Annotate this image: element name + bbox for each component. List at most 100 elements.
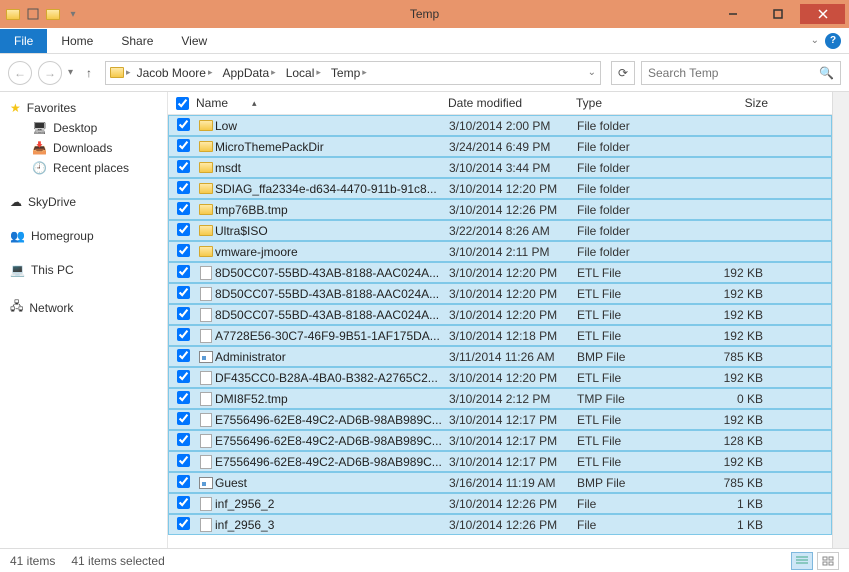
icons-view-button[interactable] [817,552,839,570]
file-list[interactable]: Low3/10/2014 2:00 PMFile folderMicroThem… [168,115,832,548]
file-date: 3/10/2014 12:20 PM [449,308,577,322]
file-row[interactable]: E7556496-62E8-49C2-AD6B-98AB989C...3/10/… [168,409,832,430]
column-header-name[interactable]: Name▴ [196,96,448,110]
file-row[interactable]: Guest3/16/2014 11:19 AMBMP File785 KB [168,472,832,493]
file-tab[interactable]: File [0,29,47,53]
share-tab[interactable]: Share [107,29,167,53]
folder-icon [199,141,213,152]
pc-icon: 💻 [10,263,25,277]
refresh-button[interactable]: ⟳ [611,61,635,85]
sidebar-item-desktop[interactable]: 🖥Desktop [0,118,167,138]
minimize-button[interactable] [710,4,755,24]
row-checkbox[interactable] [177,454,197,470]
row-checkbox[interactable] [177,118,197,134]
chevron-right-icon[interactable]: ▸ [316,67,321,78]
row-checkbox[interactable] [177,160,197,176]
file-row[interactable]: A7728E56-30C7-46F9-9B51-1AF175DA...3/10/… [168,325,832,346]
row-checkbox[interactable] [177,328,197,344]
file-date: 3/10/2014 12:26 PM [449,497,577,511]
file-row[interactable]: 8D50CC07-55BD-43AB-8188-AAC024A...3/10/2… [168,283,832,304]
address-dropdown-icon[interactable]: ⌄ [588,67,596,78]
file-row[interactable]: Administrator3/11/2014 11:26 AMBMP File7… [168,346,832,367]
scrollbar[interactable] [832,92,849,548]
close-button[interactable] [800,4,845,24]
column-header-size[interactable]: Size [688,96,768,110]
sidebar-homegroup[interactable]: 👥Homegroup [0,226,167,246]
file-row[interactable]: inf_2956_33/10/2014 12:26 PMFile1 KB [168,514,832,535]
file-row[interactable]: SDIAG_ffa2334e-d634-4470-911b-91c8...3/1… [168,178,832,199]
row-checkbox[interactable] [177,412,197,428]
history-dropdown-icon[interactable]: ▾ [68,67,73,78]
file-row[interactable]: 8D50CC07-55BD-43AB-8188-AAC024A...3/10/2… [168,304,832,325]
file-row[interactable]: E7556496-62E8-49C2-AD6B-98AB989C...3/10/… [168,430,832,451]
file-row[interactable]: 8D50CC07-55BD-43AB-8188-AAC024A...3/10/2… [168,262,832,283]
row-checkbox[interactable] [177,223,197,239]
chevron-right-icon[interactable]: ▸ [362,67,367,78]
sidebar-skydrive[interactable]: ☁SkyDrive [0,192,167,212]
file-row[interactable]: inf_2956_23/10/2014 12:26 PMFile1 KB [168,493,832,514]
select-all-checkbox[interactable] [176,96,196,110]
view-tab[interactable]: View [167,29,221,53]
row-checkbox[interactable] [177,517,197,533]
home-tab[interactable]: Home [47,29,107,53]
sidebar-thispc[interactable]: 💻This PC [0,260,167,280]
file-name: Low [215,119,449,133]
search-icon[interactable]: 🔍 [819,66,834,80]
row-checkbox[interactable] [177,496,197,512]
file-row[interactable]: DMI8F52.tmp3/10/2014 2:12 PMTMP File0 KB [168,388,832,409]
row-checkbox[interactable] [177,244,197,260]
qat-dropdown-icon[interactable]: ▾ [64,5,82,23]
file-name: inf_2956_2 [215,497,449,511]
file-name: 8D50CC07-55BD-43AB-8188-AAC024A... [215,308,449,322]
file-row[interactable]: vmware-jmoore3/10/2014 2:11 PMFile folde… [168,241,832,262]
file-row[interactable]: MicroThemePackDir3/24/2014 6:49 PMFile f… [168,136,832,157]
row-checkbox[interactable] [177,370,197,386]
search-input[interactable] [648,66,819,80]
row-checkbox[interactable] [177,139,197,155]
row-checkbox[interactable] [177,307,197,323]
file-row[interactable]: E7556496-62E8-49C2-AD6B-98AB989C...3/10/… [168,451,832,472]
file-row[interactable]: DF435CC0-B28A-4BA0-B382-A2765C2...3/10/2… [168,367,832,388]
file-row[interactable]: Ultra$ISO3/22/2014 8:26 AMFile folder [168,220,832,241]
sidebar-item-downloads[interactable]: 📥Downloads [0,138,167,158]
up-button[interactable]: ↑ [79,63,99,83]
column-header-type[interactable]: Type [576,96,688,110]
file-row[interactable]: msdt3/10/2014 3:44 PMFile folder [168,157,832,178]
row-checkbox[interactable] [177,349,197,365]
chevron-right-icon[interactable]: ▸ [126,67,131,78]
row-checkbox[interactable] [177,391,197,407]
qat-properties-icon[interactable] [24,5,42,23]
row-checkbox[interactable] [177,475,197,491]
maximize-button[interactable] [755,4,800,24]
row-checkbox[interactable] [177,202,197,218]
details-view-button[interactable] [791,552,813,570]
address-bar[interactable]: ▸ Jacob Moore▸ AppData▸ Local▸ Temp▸ ⌄ [105,61,601,85]
sidebar-item-recent[interactable]: 🕘Recent places [0,158,167,178]
back-button[interactable]: ← [8,61,32,85]
column-header-date[interactable]: Date modified [448,96,576,110]
titlebar[interactable]: ▾ Temp [0,0,849,28]
chevron-right-icon[interactable]: ▸ [271,67,276,78]
row-checkbox[interactable] [177,265,197,281]
sidebar-favorites[interactable]: ★Favorites [0,98,167,118]
file-row[interactable]: tmp76BB.tmp3/10/2014 12:26 PMFile folder [168,199,832,220]
file-name: Ultra$ISO [215,224,449,238]
forward-button[interactable]: → [38,61,62,85]
ribbon: File Home Share View ⌄ ? [0,28,849,54]
help-icon[interactable]: ? [825,33,841,49]
system-menu-icon[interactable] [4,5,22,23]
search-box[interactable]: 🔍 [641,61,841,85]
breadcrumb: AppData▸ [218,64,279,82]
qat-newfolder-icon[interactable] [44,5,62,23]
ribbon-expand-icon[interactable]: ⌄ [811,35,819,46]
image-icon [199,477,213,489]
file-type: ETL File [577,287,689,301]
file-size: 192 KB [689,413,769,427]
row-checkbox[interactable] [177,433,197,449]
row-checkbox[interactable] [177,286,197,302]
row-checkbox[interactable] [177,181,197,197]
file-row[interactable]: Low3/10/2014 2:00 PMFile folder [168,115,832,136]
sidebar-network[interactable]: 🖧Network [0,294,167,321]
file-icon [200,455,212,469]
chevron-right-icon[interactable]: ▸ [208,67,213,78]
